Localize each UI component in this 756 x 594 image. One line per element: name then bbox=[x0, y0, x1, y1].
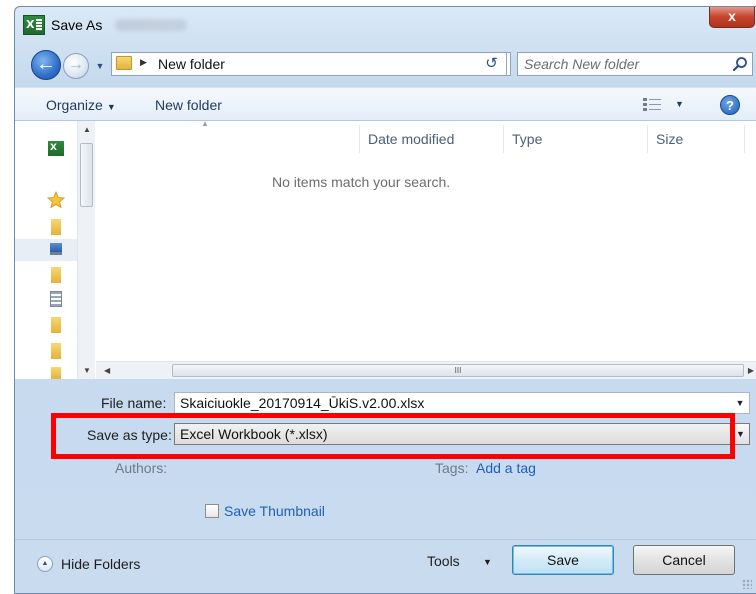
organize-button[interactable]: Organize ▼ bbox=[46, 97, 116, 113]
folder-icon[interactable] bbox=[51, 267, 61, 283]
network-icon[interactable] bbox=[50, 291, 62, 307]
forward-button[interactable]: → bbox=[63, 53, 89, 79]
search-icon[interactable] bbox=[732, 56, 748, 72]
column-separator bbox=[359, 125, 360, 153]
tools-button[interactable]: Tools bbox=[427, 553, 460, 569]
address-bar[interactable]: ▶ New folder ▼ bbox=[111, 52, 511, 76]
chevron-up-icon[interactable]: ▲ bbox=[37, 556, 53, 572]
new-folder-button[interactable]: New folder bbox=[155, 97, 222, 113]
file-name-label: File name: bbox=[101, 395, 167, 411]
address-path[interactable]: New folder bbox=[158, 56, 225, 72]
column-separator bbox=[503, 125, 504, 153]
resize-grip[interactable] bbox=[742, 579, 752, 589]
title-bar: X Save As x bbox=[15, 7, 756, 45]
column-header-date-modified[interactable]: Date modified bbox=[368, 131, 454, 147]
save-thumbnail-label[interactable]: Save Thumbnail bbox=[224, 503, 325, 519]
column-separator bbox=[647, 125, 648, 153]
recent-locations-dropdown[interactable]: ▼ bbox=[93, 59, 107, 73]
file-name-field[interactable]: Skaiciuokle_20170914_ŪkiS.v2.00.xlsx ▼ bbox=[174, 392, 750, 414]
add-tag-link[interactable]: Add a tag bbox=[476, 460, 536, 476]
save-as-dialog: X Save As x ← → ▼ ▶ New folder ▼ ↺ Organ… bbox=[14, 6, 756, 594]
search-input[interactable] bbox=[524, 55, 724, 73]
scroll-right-icon[interactable]: ▶ bbox=[748, 366, 754, 375]
refresh-button[interactable]: ↺ bbox=[477, 52, 507, 76]
window-title: Save As bbox=[51, 17, 103, 33]
help-icon[interactable]: ? bbox=[720, 95, 740, 115]
cancel-button[interactable]: Cancel bbox=[633, 545, 735, 575]
excel-icon[interactable]: X bbox=[48, 141, 64, 156]
folder-icon[interactable] bbox=[51, 219, 61, 235]
close-button[interactable]: x bbox=[709, 7, 755, 28]
horizontal-scroll-thumb[interactable]: III bbox=[172, 364, 744, 377]
save-button[interactable]: Save bbox=[512, 545, 614, 575]
tools-dropdown-icon[interactable]: ▼ bbox=[483, 557, 492, 567]
folder-icon[interactable] bbox=[51, 343, 61, 359]
command-toolbar: Organize ▼ New folder ▼ ? bbox=[15, 87, 756, 121]
file-name-value[interactable]: Skaiciuokle_20170914_ŪkiS.v2.00.xlsx bbox=[180, 395, 424, 411]
search-box[interactable] bbox=[517, 52, 753, 76]
column-header-type[interactable]: Type bbox=[512, 131, 542, 147]
view-options-icon[interactable] bbox=[643, 98, 661, 112]
view-dropdown-icon[interactable]: ▼ bbox=[675, 99, 684, 109]
column-header-size[interactable]: Size bbox=[656, 131, 683, 147]
navigation-bar: ← → ▼ ▶ New folder ▼ ↺ bbox=[15, 47, 756, 80]
empty-message: No items match your search. bbox=[272, 174, 451, 190]
highlight-box bbox=[51, 413, 735, 459]
file-name-dropdown-icon[interactable]: ▼ bbox=[731, 393, 749, 413]
back-button[interactable]: ← bbox=[31, 50, 61, 80]
chevron-right-icon[interactable]: ▶ bbox=[140, 57, 147, 68]
blurred-filename bbox=[115, 19, 187, 31]
excel-icon: X bbox=[23, 15, 45, 35]
sort-indicator-icon: ▲ bbox=[201, 119, 209, 128]
organize-label: Organize bbox=[46, 97, 103, 113]
save-thumbnail-checkbox[interactable] bbox=[205, 504, 219, 518]
scroll-down-icon[interactable]: ▼ bbox=[83, 366, 91, 375]
scroll-up-icon[interactable]: ▲ bbox=[83, 125, 91, 134]
hide-folders-label[interactable]: Hide Folders bbox=[61, 556, 140, 572]
content-area: X ▲ ▼ ▲ Date modified Type Size No items… bbox=[15, 119, 756, 379]
authors-label: Authors: bbox=[115, 460, 168, 476]
folder-icon[interactable] bbox=[51, 367, 61, 379]
chevron-down-icon: ▼ bbox=[106, 102, 116, 112]
horizontal-scrollbar[interactable]: ◀ III ▶ bbox=[96, 361, 756, 379]
computer-icon[interactable] bbox=[50, 243, 62, 255]
nav-selected-item[interactable] bbox=[15, 239, 77, 261]
nav-pane-scrollbar[interactable]: ▲ ▼ bbox=[77, 121, 95, 379]
column-separator bbox=[744, 125, 745, 153]
navigation-pane: X ▲ ▼ bbox=[15, 121, 95, 379]
footer-divider bbox=[15, 539, 756, 540]
scroll-left-icon[interactable]: ◀ bbox=[104, 366, 110, 375]
nav-scroll-thumb[interactable] bbox=[80, 143, 93, 207]
folder-icon bbox=[116, 56, 132, 70]
folder-icon[interactable] bbox=[51, 317, 61, 333]
favorites-star-icon[interactable] bbox=[47, 191, 65, 209]
file-list[interactable]: ▲ Date modified Type Size No items match… bbox=[96, 119, 756, 379]
tags-label: Tags: bbox=[435, 460, 469, 476]
